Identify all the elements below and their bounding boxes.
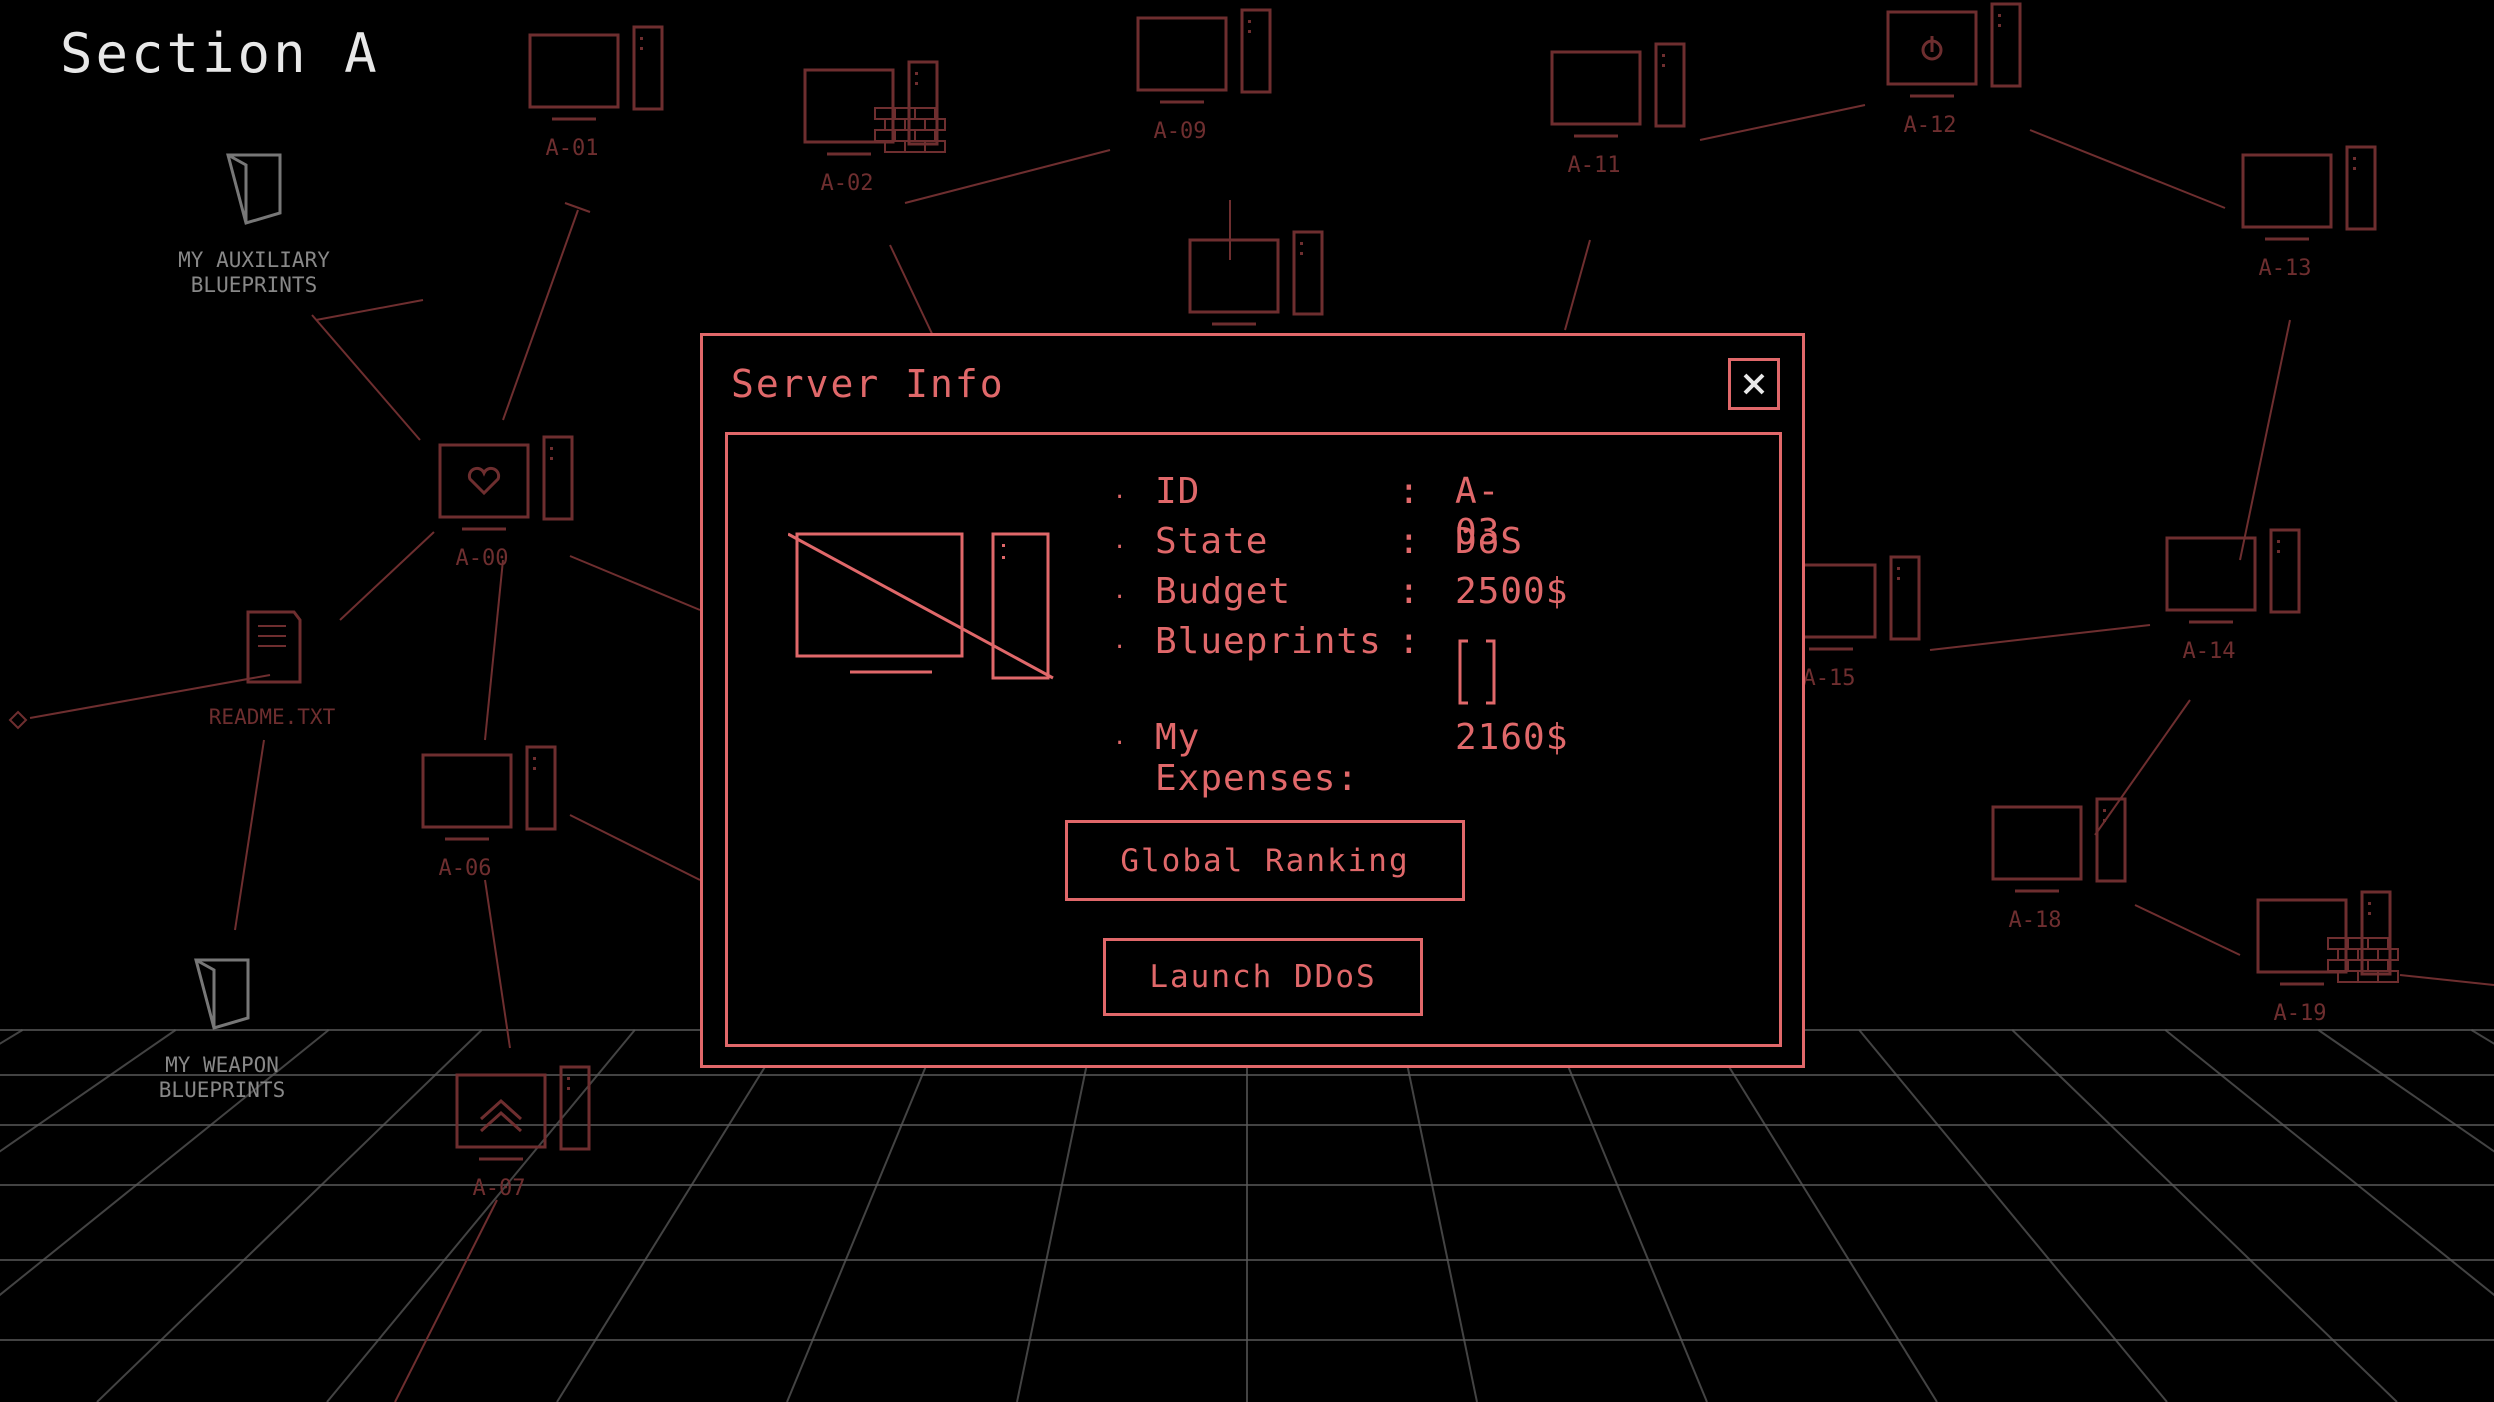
- shortcut-label: MY AUXILIARY: [178, 248, 330, 272]
- server-node-hidden[interactable]: [1188, 230, 1324, 326]
- node-label: A-11: [1568, 153, 1621, 178]
- detail-key: Blueprints: [1155, 621, 1382, 662]
- heart-computer-icon: [438, 435, 574, 531]
- node-label: A-00: [456, 546, 509, 571]
- computer-icon: [2241, 145, 2377, 241]
- computer-icon: [421, 745, 557, 841]
- detail-key: State: [1155, 521, 1269, 562]
- floor-grid: [0, 1029, 2494, 1402]
- server-node-a-00[interactable]: A-00: [438, 435, 574, 571]
- detail-key: Budget: [1155, 571, 1292, 612]
- node-label: A-15: [1803, 666, 1856, 691]
- detail-value: DoS: [1455, 521, 1524, 562]
- global-ranking-button[interactable]: Global Ranking: [1065, 820, 1465, 901]
- node-label: A-18: [2009, 908, 2062, 933]
- shortcut-label: MY WEAPON: [165, 1053, 279, 1077]
- disabled-server-icon: [788, 532, 1054, 680]
- dialog-title: Server Info: [731, 362, 1005, 406]
- server-node-a-09[interactable]: A-09: [1136, 8, 1272, 144]
- server-node-a-13[interactable]: A-13: [2241, 145, 2377, 281]
- folder-shortcut[interactable]: MY AUXILIARYBLUEPRINTS: [178, 153, 330, 297]
- firewall-computer-icon: [803, 60, 946, 156]
- text-file-icon: [246, 610, 302, 684]
- computer-icon: [528, 25, 664, 121]
- node-label: A-07: [473, 1176, 526, 1201]
- section-title: Section A: [60, 22, 380, 85]
- server-node-a-07[interactable]: A-07: [455, 1065, 591, 1201]
- detail-value: 2500$: [1455, 571, 1569, 612]
- diamond-marker-icon: [8, 710, 28, 730]
- node-label: A-14: [2183, 639, 2236, 664]
- server-node-a-19[interactable]: A-19: [2256, 890, 2399, 1026]
- server-node-a-11[interactable]: A-11: [1550, 42, 1686, 178]
- server-node-a-06[interactable]: A-06: [421, 745, 557, 881]
- computer-icon: [1188, 230, 1324, 326]
- folder-icon: [226, 153, 282, 225]
- close-icon: [1743, 373, 1765, 395]
- shortcut-label: BLUEPRINTS: [191, 273, 317, 297]
- server-node-a-01[interactable]: A-01: [528, 25, 664, 161]
- power-computer-icon: [1886, 2, 2022, 98]
- computer-icon: [1550, 42, 1686, 138]
- node-label: A-02: [821, 171, 874, 196]
- server-node-a-14[interactable]: A-14: [2165, 528, 2301, 664]
- upload-computer-icon: [455, 1065, 591, 1161]
- text-file-shortcut[interactable]: README.TXT: [209, 610, 336, 729]
- folder-icon: [194, 958, 250, 1030]
- launch-ddos-button[interactable]: Launch DDoS: [1103, 938, 1423, 1016]
- computer-icon: [1785, 555, 1921, 651]
- server-info-panel: · ID : A-03 · State : DoS · Budget : 250…: [725, 432, 1782, 1047]
- file-shortcuts: MY AUXILIARYBLUEPRINTSREADME.TXTMY WEAPO…: [8, 153, 336, 1102]
- computer-icon: [2165, 528, 2301, 624]
- shortcut-label: BLUEPRINTS: [159, 1078, 285, 1102]
- server-node-a-18[interactable]: A-18: [1991, 797, 2127, 933]
- computer-icon: [1136, 8, 1272, 104]
- node-label: A-01: [546, 136, 599, 161]
- server-info-dialog: Server Info · ID : A-03 · State : DoS · …: [700, 333, 1805, 1068]
- node-label: A-12: [1904, 113, 1957, 138]
- node-label: A-19: [2274, 1001, 2327, 1026]
- node-label: A-06: [439, 856, 492, 881]
- server-node-a-02[interactable]: A-02: [803, 60, 946, 196]
- computer-icon: [1991, 797, 2127, 893]
- server-node-a-12[interactable]: A-12: [1886, 2, 2022, 138]
- shortcut-label: README.TXT: [209, 705, 336, 729]
- detail-key: ID: [1155, 471, 1201, 512]
- blueprint-slot-icon[interactable]: [1458, 639, 1496, 705]
- close-button[interactable]: [1728, 358, 1780, 410]
- detail-key: My Expenses:: [1155, 717, 1360, 799]
- node-label: A-09: [1154, 119, 1207, 144]
- node-label: A-13: [2259, 256, 2312, 281]
- firewall-computer-icon: [2256, 890, 2399, 986]
- server-node-a-15[interactable]: A-15: [1785, 555, 1921, 691]
- detail-value: 2160$: [1455, 717, 1569, 758]
